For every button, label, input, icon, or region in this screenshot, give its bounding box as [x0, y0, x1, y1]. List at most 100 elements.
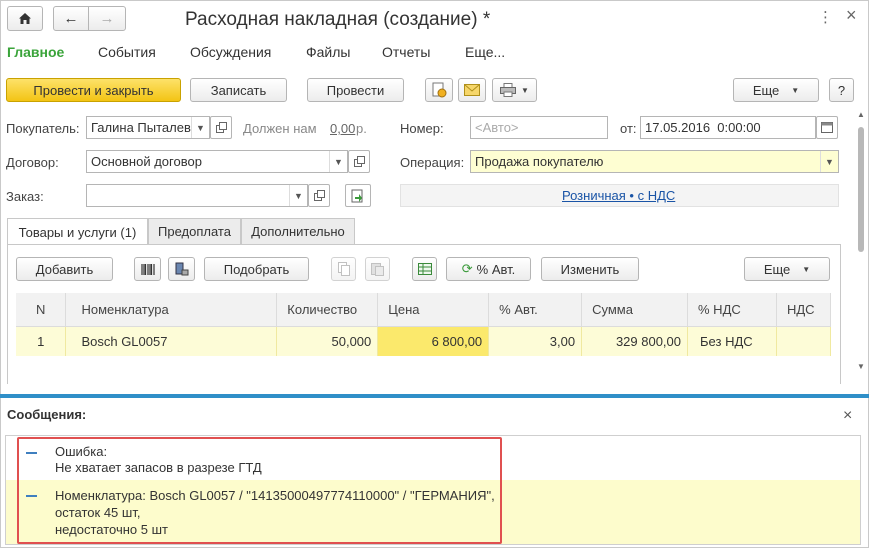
tab-additional[interactable]: Дополнительно	[241, 218, 355, 244]
contract-field[interactable]: Основной договор ▼	[86, 150, 348, 173]
menu-reports[interactable]: Отчеты	[382, 44, 430, 60]
barcode-icon	[140, 263, 155, 275]
table-more-button[interactable]: Еще ▼	[744, 257, 830, 281]
table-settings-button[interactable]	[412, 257, 437, 281]
terminal-button[interactable]	[168, 257, 195, 281]
table-cell[interactable]: Bosch GL0057	[65, 326, 278, 356]
order-label: Заказ:	[6, 189, 44, 204]
more-button[interactable]: Еще ▼	[733, 78, 819, 102]
barcode-button[interactable]	[134, 257, 161, 281]
tab-prepayment[interactable]: Предоплата	[148, 218, 241, 244]
menu-more[interactable]: Еще...	[465, 44, 505, 60]
chevron-down-icon: ▼	[791, 85, 800, 95]
post-button[interactable]: Провести	[307, 78, 404, 102]
buyer-value: Галина Пыталев	[91, 120, 191, 135]
order-field[interactable]: ▼	[86, 184, 308, 207]
table-cell[interactable]: 329 800,00	[581, 326, 689, 356]
chevron-down-icon[interactable]: ▼	[191, 117, 209, 138]
table-row[interactable]: 1 Bosch GL0057 50,000 6 800,00 3,00 329 …	[16, 326, 832, 356]
date-value: 17.05.2016 0:00:00	[645, 120, 761, 135]
table-cell[interactable]	[776, 326, 832, 356]
auto-discount-label: % Авт.	[476, 261, 516, 277]
scroll-down-icon[interactable]: ▼	[856, 362, 866, 371]
column-header[interactable]: % Авт.	[488, 293, 583, 327]
menu-main[interactable]: Главное	[7, 44, 64, 60]
home-icon	[19, 13, 31, 24]
goods-table: N Номенклатура Количество Цена % Авт. Су…	[16, 293, 832, 356]
column-header[interactable]: Сумма	[581, 293, 689, 327]
printer-icon	[500, 83, 517, 97]
open-buyer-button[interactable]	[210, 116, 232, 139]
open-order-button[interactable]	[308, 184, 330, 207]
table-cell[interactable]: 3,00	[488, 326, 583, 356]
envelope-icon	[464, 84, 480, 96]
column-header[interactable]: НДС	[776, 293, 832, 327]
calendar-button[interactable]	[816, 116, 838, 139]
fill-from-order-button[interactable]	[345, 184, 371, 207]
save-button[interactable]: Записать	[190, 78, 287, 102]
contract-value: Основной договор	[91, 154, 202, 169]
chevron-down-icon[interactable]: ▼	[289, 185, 307, 206]
scrollbar-thumb[interactable]	[858, 127, 864, 252]
messages-divider[interactable]	[0, 394, 869, 398]
print-button[interactable]: ▼	[492, 78, 537, 102]
close-messages-icon[interactable]: ×	[843, 407, 852, 425]
menu-events[interactable]: События	[98, 44, 156, 60]
back-arrow-icon: ←	[63, 10, 79, 27]
more-button-label: Еще	[752, 82, 780, 98]
table-cell[interactable]: Без НДС	[687, 326, 777, 356]
messages-title: Сообщения:	[7, 407, 87, 422]
number-label: Номер:	[400, 121, 444, 136]
menu-discussions[interactable]: Обсуждения	[190, 44, 271, 60]
home-button[interactable]	[7, 6, 43, 31]
operation-value: Продажа покупателю	[475, 154, 604, 169]
post-and-close-button[interactable]: Провести и закрыть	[6, 78, 181, 102]
table-more-label: Еще	[763, 261, 791, 277]
paste-row-button[interactable]	[365, 257, 390, 281]
contract-label: Договор:	[6, 155, 59, 170]
open-contract-button[interactable]	[348, 150, 370, 173]
close-window-icon[interactable]: ×	[846, 5, 857, 26]
copy-icon	[337, 262, 350, 276]
copy-row-button[interactable]	[331, 257, 356, 281]
refresh-icon: ⟳	[461, 261, 473, 276]
operation-field[interactable]: Продажа покупателю ▼	[470, 150, 839, 173]
add-row-button[interactable]: Добавить	[16, 257, 113, 281]
column-header[interactable]: % НДС	[687, 293, 777, 327]
error-highlight-box	[17, 437, 502, 544]
column-header[interactable]: Номенклатура	[65, 293, 278, 327]
scrollbar[interactable]: ▲ ▼	[856, 110, 866, 380]
buyer-field[interactable]: Галина Пыталев ▼	[86, 116, 210, 139]
pick-button[interactable]: Подобрать	[204, 257, 309, 281]
buyer-label: Покупатель:	[6, 121, 80, 136]
column-header[interactable]: N	[16, 293, 67, 327]
number-field[interactable]: <Авто>	[470, 116, 608, 139]
date-field[interactable]: 17.05.2016 0:00:00	[640, 116, 816, 139]
menu-files[interactable]: Файлы	[306, 44, 350, 60]
column-header[interactable]: Количество	[276, 293, 379, 327]
column-header[interactable]: Цена	[377, 293, 490, 327]
forward-button[interactable]: →	[88, 6, 126, 31]
document-structure-icon	[432, 82, 447, 98]
back-button[interactable]: ←	[53, 6, 89, 31]
paste-icon	[371, 263, 384, 276]
email-button[interactable]	[458, 78, 486, 102]
chevron-down-icon: ▼	[521, 85, 529, 95]
tab-goods[interactable]: Товары и услуги (1)	[7, 218, 148, 245]
window-title: Расходная накладная (создание) *	[185, 9, 491, 30]
change-button[interactable]: Изменить	[541, 257, 639, 281]
help-button[interactable]: ?	[829, 78, 854, 102]
table-cell[interactable]: 6 800,00	[377, 326, 490, 356]
table-cell[interactable]: 50,000	[276, 326, 379, 356]
debt-unit: р.	[356, 121, 367, 136]
chevron-down-icon[interactable]: ▼	[820, 151, 838, 172]
more-actions-icon[interactable]: ⋮	[818, 8, 833, 26]
price-type-link[interactable]: Розничная • с НДС	[562, 188, 675, 203]
scroll-up-icon[interactable]: ▲	[856, 110, 866, 119]
chevron-down-icon[interactable]: ▼	[329, 151, 347, 172]
structure-button[interactable]	[425, 78, 453, 102]
auto-discount-button[interactable]: ⟳ % Авт.	[446, 257, 531, 281]
debt-value[interactable]: 0,00	[330, 121, 355, 136]
table-cell[interactable]: 1	[16, 326, 67, 356]
table-header-row: N Номенклатура Количество Цена % Авт. Су…	[16, 293, 832, 327]
